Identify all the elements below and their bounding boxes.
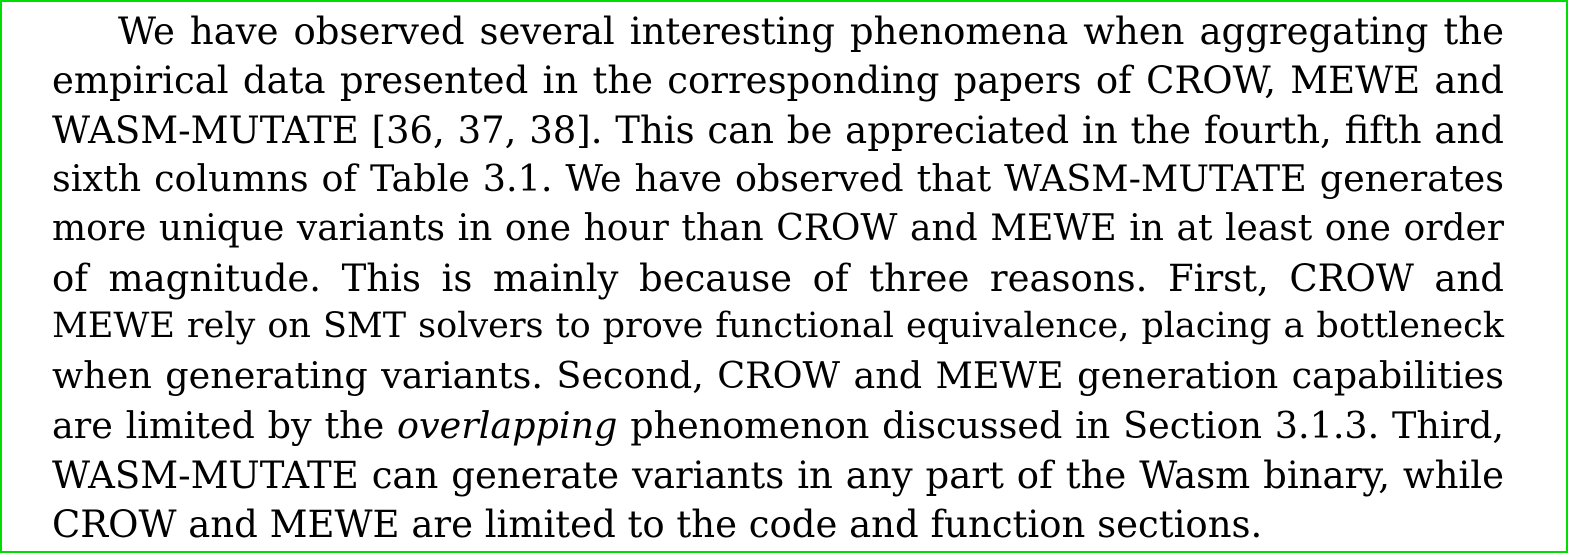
paragraph-line-11: CROW and MEWE are limited to the code an… — [52, 503, 1263, 546]
paragraph-line-8: when generating variants. Second, CROW a… — [52, 354, 1504, 397]
line-9-text-after: phenomenon discussed in Section 3.1.3. T… — [630, 404, 1504, 447]
paragraph-line-4: sixth columns of Table 3.1. We have obse… — [52, 157, 1504, 200]
paragraph-line-1: We have observed several interesting phe… — [118, 10, 1504, 53]
emphasized-term: overlapping — [397, 404, 618, 447]
line-9-text-before: are limited by the — [52, 404, 385, 447]
paragraph-line-7: MEWE rely on SMT solvers to prove functi… — [52, 306, 1504, 346]
paragraph-line-9: are limited by the overlapping phenomeno… — [52, 407, 1504, 445]
paragraph-line-3: WASM-MUTATE [36, 37, 38]. This can be ap… — [52, 109, 1504, 152]
paragraph-line-10: WASM-MUTATE can generate variants in any… — [52, 454, 1504, 497]
paragraph-line-6: of magnitude. This is mainly because of … — [52, 257, 1504, 300]
paragraph-line-5: more unique variants in one hour than CR… — [52, 208, 1504, 249]
paragraph-line-2: empirical data presented in the correspo… — [52, 59, 1504, 102]
